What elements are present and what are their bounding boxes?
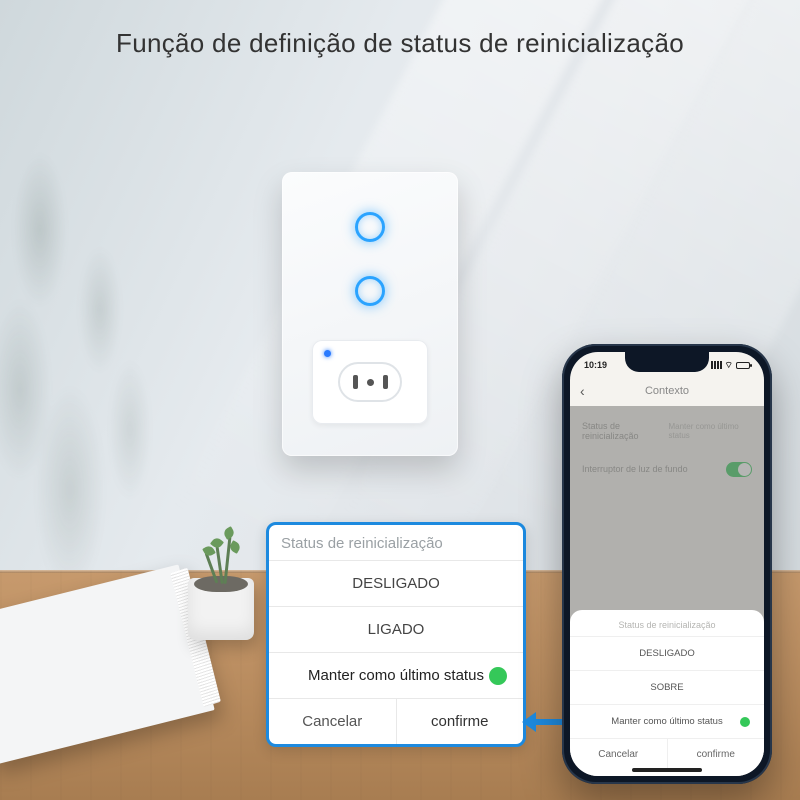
status-time: 10:19: [584, 360, 607, 370]
smart-switch-plate: [282, 172, 458, 456]
outlet-pin-ground: [367, 379, 374, 386]
socket-status-led: [324, 350, 331, 357]
potted-plant: [178, 546, 264, 640]
home-indicator[interactable]: [632, 768, 702, 772]
sheet-header: Status de reinicialização: [570, 610, 764, 636]
selected-check-icon: [740, 717, 750, 727]
smart-socket-module: [312, 340, 428, 424]
callout-option-keep-last[interactable]: Manter como último status: [269, 652, 523, 698]
selected-check-icon: [489, 667, 507, 685]
battery-icon: [736, 362, 750, 369]
plant-shadow: [0, 90, 260, 590]
callout-option-off[interactable]: DESLIGADO: [269, 560, 523, 606]
sheet-confirm-button[interactable]: confirme: [668, 739, 765, 770]
restart-status-sheet: Status de reinicialização DESLIGADO SOBR…: [570, 610, 764, 776]
outlet-pin: [383, 375, 388, 389]
callout-cancel-button[interactable]: Cancelar: [269, 699, 397, 744]
back-chevron-icon[interactable]: ‹: [580, 383, 585, 399]
callout-confirm-button[interactable]: confirme: [397, 699, 524, 744]
touch-switch-1[interactable]: [355, 212, 385, 242]
page-title: Função de definição de status de reinici…: [0, 28, 800, 59]
outlet-pin: [353, 375, 358, 389]
navbar-title: Contexto: [645, 385, 689, 397]
app-navbar: ‹ Contexto: [570, 376, 764, 406]
sheet-option-on[interactable]: SOBRE: [570, 670, 764, 704]
phone-screen: 10:19 ⌔ ‹ Contexto Status de reinicializ…: [570, 352, 764, 776]
wifi-icon: ⌔: [725, 360, 733, 371]
sheet-cancel-button[interactable]: Cancelar: [570, 739, 668, 770]
callout-header: Status de reinicialização: [269, 525, 523, 560]
settings-page: Status de reinicialização Manter como úl…: [570, 406, 764, 776]
sheet-option-keep-last[interactable]: Manter como último status: [570, 704, 764, 738]
touch-switch-2[interactable]: [355, 276, 385, 306]
restart-status-callout: Status de reinicialização DESLIGADO LIGA…: [266, 522, 526, 747]
phone-mockup: 10:19 ⌔ ‹ Contexto Status de reinicializ…: [562, 344, 772, 784]
phone-notch: [625, 352, 709, 372]
signal-icon: [711, 361, 722, 369]
sheet-option-label: Manter como último status: [611, 716, 722, 727]
power-outlet[interactable]: [338, 362, 402, 402]
callout-option-on[interactable]: LIGADO: [269, 606, 523, 652]
sheet-option-off[interactable]: DESLIGADO: [570, 636, 764, 670]
callout-option-label: Manter como último status: [308, 667, 484, 684]
